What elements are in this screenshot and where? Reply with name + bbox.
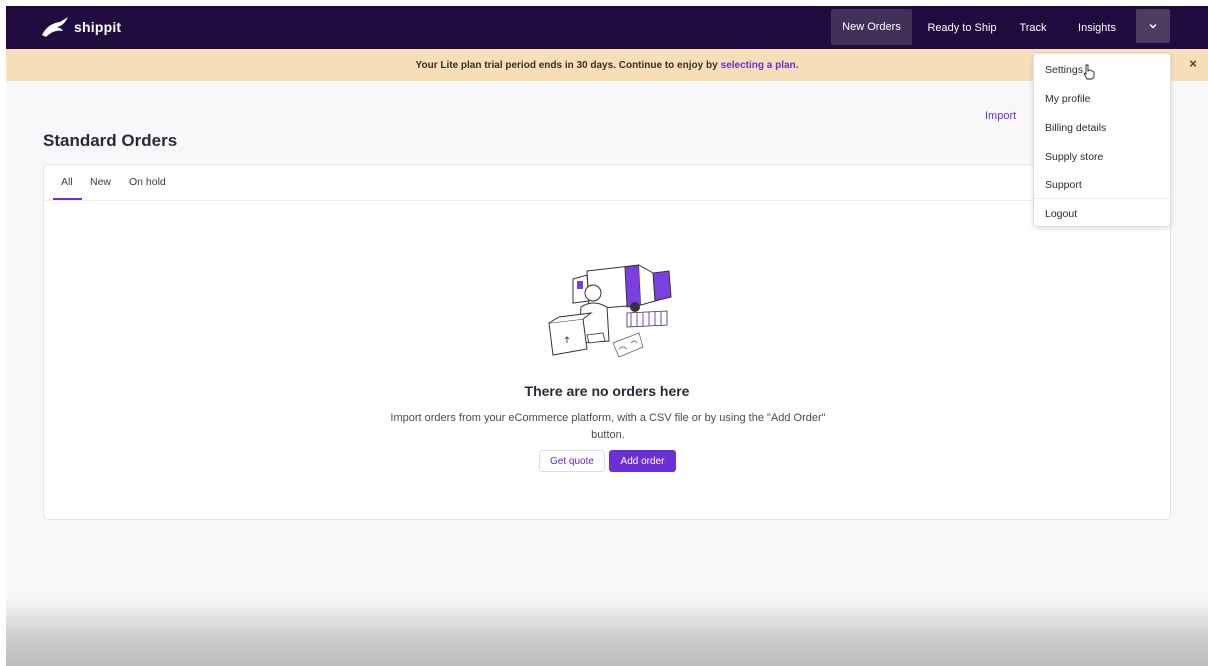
banner-close-icon[interactable]: × [1186,57,1200,71]
account-dropdown-menu: Settings My profile Billing details Supp… [1033,53,1171,227]
chevron-down-icon [1149,24,1157,29]
nav-insights[interactable]: Insights [1072,6,1122,49]
banner-text: Your Lite plan trial period ends in 30 d… [415,59,718,71]
order-tabs: All New On hold [44,165,1170,201]
select-plan-link[interactable]: selecting a plan. [721,60,799,71]
get-quote-button[interactable]: Get quote [539,450,605,472]
active-tab-indicator [53,198,82,200]
nav-new-orders[interactable]: New Orders [831,9,912,45]
logo-text: shippit [74,19,122,35]
bottom-shadow [6,598,1208,666]
tab-new[interactable]: New [90,176,111,188]
menu-divider [1034,198,1170,199]
empty-state-description: Import orders from your eCommerce platfo… [390,412,826,441]
import-link[interactable]: Import [985,110,1016,122]
tab-on-hold[interactable]: On hold [129,176,166,188]
menu-item-supply-store[interactable]: Supply store [1045,151,1103,163]
menu-item-settings[interactable]: Settings [1045,64,1083,76]
orders-card: All New On hold There are no orders here… [43,164,1171,520]
menu-item-my-profile[interactable]: My profile [1045,93,1091,105]
menu-item-logout[interactable]: Logout [1045,208,1077,220]
page-title: Standard Orders [43,131,178,150]
menu-item-support[interactable]: Support [1045,179,1082,191]
hand-cursor-icon [1083,64,1095,80]
app-window: shippit New Orders Ready to Ship Track I… [6,6,1208,666]
trial-banner: Your Lite plan trial period ends in 30 d… [6,49,1208,81]
empty-state-title: There are no orders here [524,383,690,399]
menu-item-billing-details[interactable]: Billing details [1045,122,1106,134]
nav-track[interactable]: Track [1015,6,1051,49]
logo[interactable]: shippit [40,14,121,40]
shippit-logo-icon [42,17,68,37]
add-order-button[interactable]: Add order [609,450,676,472]
delivery-illustration-icon [548,264,672,358]
tab-all[interactable]: All [61,176,73,188]
nav-ready-to-ship[interactable]: Ready to Ship [919,6,1005,49]
nav-menu-toggle[interactable] [1136,9,1170,43]
top-navigation: shippit New Orders Ready to Ship Track I… [6,6,1208,49]
